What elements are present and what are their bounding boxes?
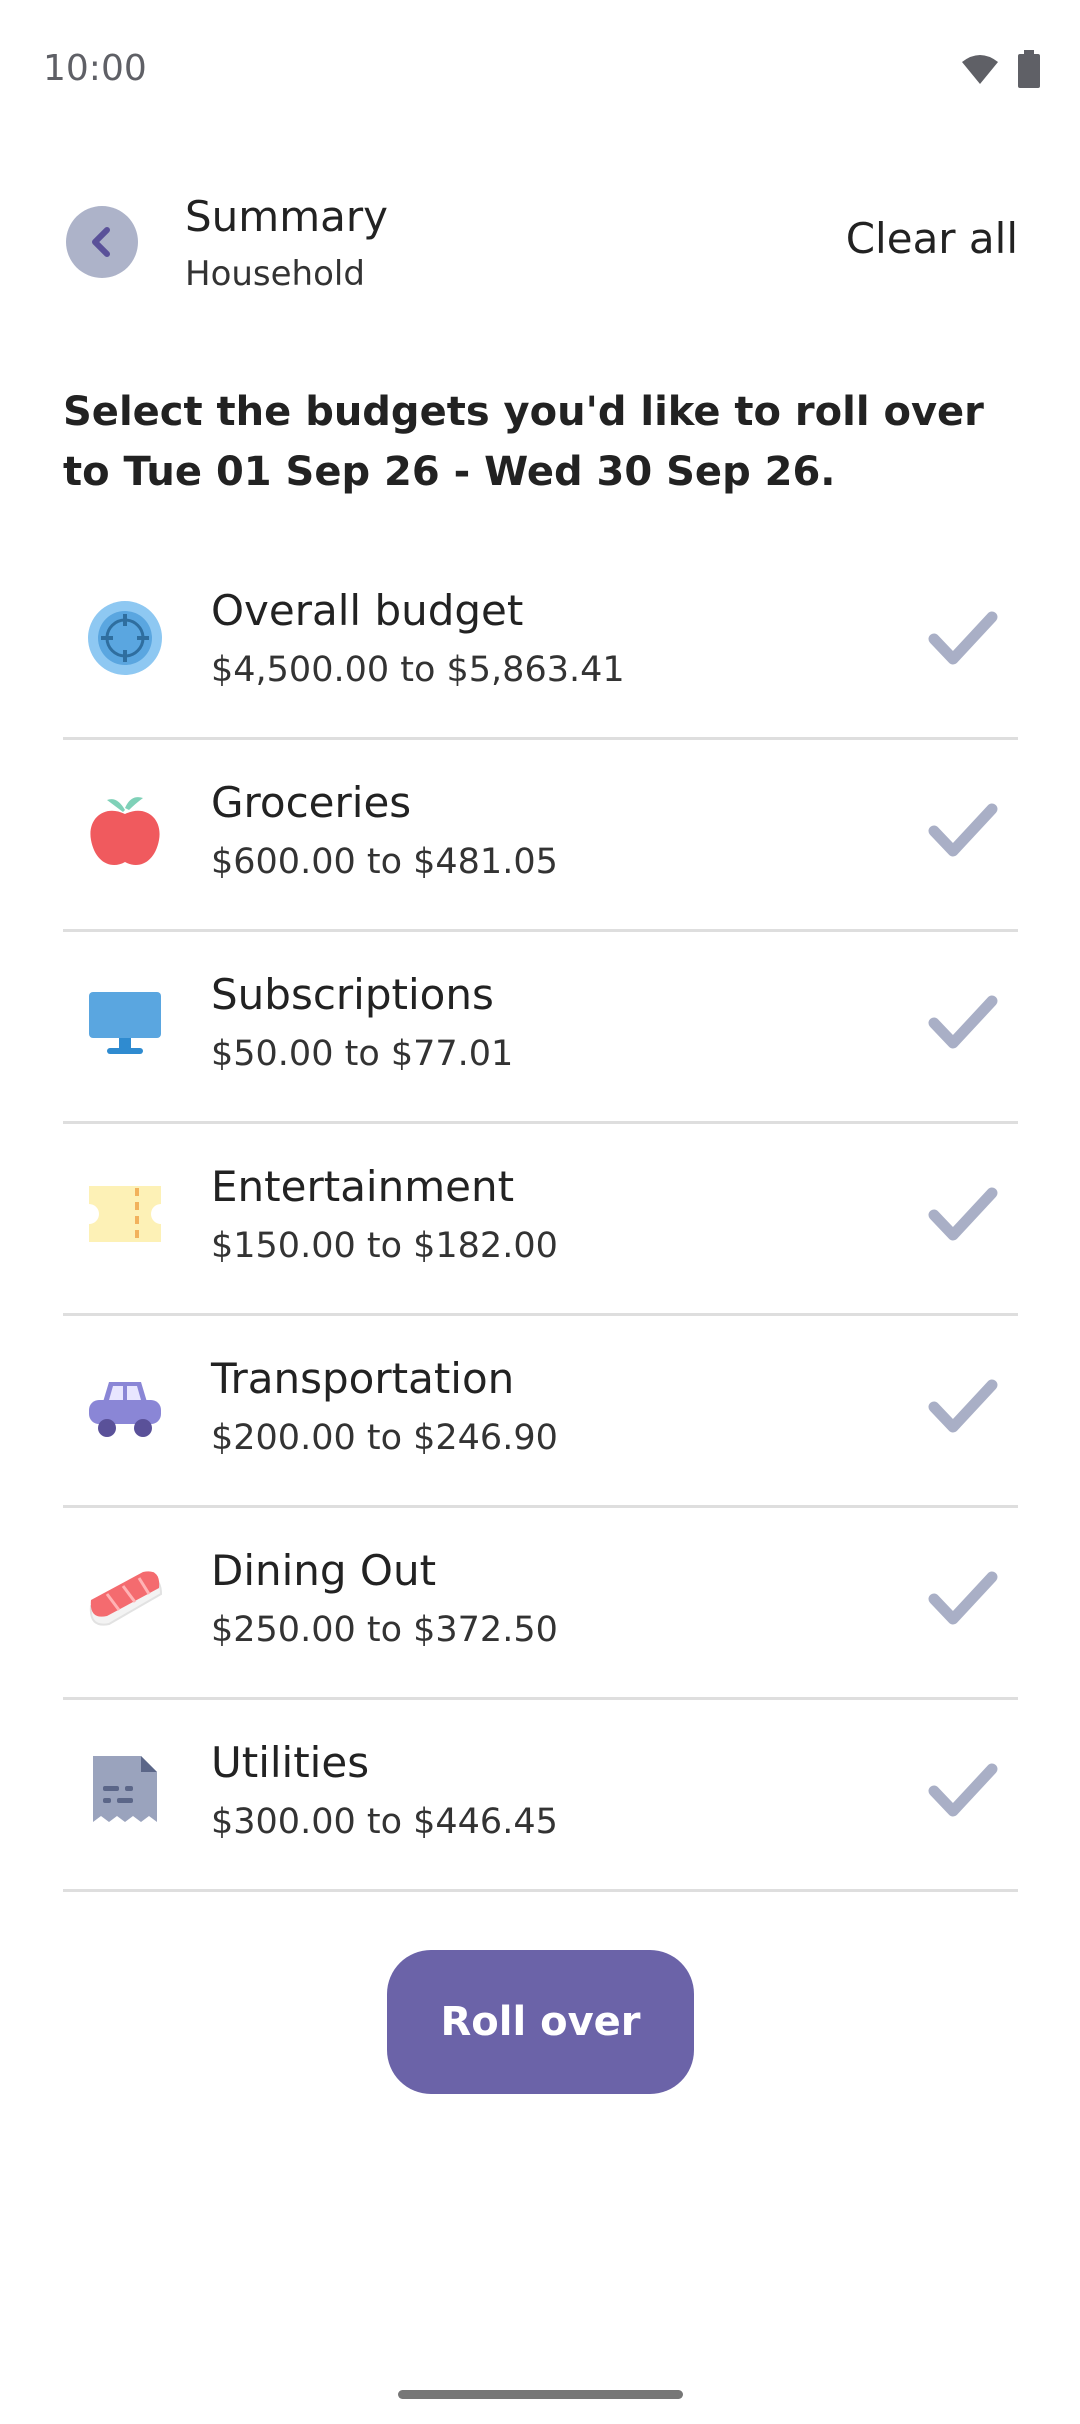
page-subtitle: Household [185,254,365,294]
budget-range: $250.00 to $372.50 [211,1610,558,1650]
budget-range: $50.00 to $77.01 [211,1034,514,1074]
budget-name: Utilities [211,1738,370,1787]
apple-icon [90,797,160,866]
budget-row[interactable]: Subscriptions $50.00 to $77.01 [63,932,1018,1124]
budget-range: $4,500.00 to $5,863.41 [211,650,625,690]
status-icons [960,50,1040,88]
check-icon[interactable] [928,987,998,1057]
status-time: 10:00 [43,48,147,89]
clear-all-button[interactable]: Clear all [846,214,1018,263]
budget-range: $600.00 to $481.05 [211,842,558,882]
wifi-icon [962,55,998,84]
budget-row[interactable]: Dining Out $250.00 to $372.50 [63,1508,1018,1700]
budget-range: $300.00 to $446.45 [211,1802,558,1842]
intro-text: Select the budgets you'd like to roll ov… [63,389,984,495]
budget-range: $200.00 to $246.90 [211,1418,558,1458]
status-bar: 10:00 [0,0,1080,140]
chevron-left-icon [92,227,110,257]
roll-over-button[interactable]: Roll over [387,1950,694,2094]
budget-row[interactable]: Utilities $300.00 to $446.45 [63,1700,1018,1892]
home-indicator[interactable] [398,2390,683,2399]
check-icon[interactable] [928,603,998,673]
check-icon[interactable] [928,795,998,865]
sushi-icon [89,1571,163,1626]
bill-icon [93,1756,157,1822]
target-icon [88,601,162,675]
check-icon[interactable] [928,1563,998,1633]
budget-name: Subscriptions [211,970,494,1019]
budget-row[interactable]: Overall budget $4,500.00 to $5,863.41 [63,548,1018,740]
check-icon[interactable] [928,1371,998,1441]
budget-row[interactable]: Transportation $200.00 to $246.90 [63,1316,1018,1508]
budget-range: $150.00 to $182.00 [211,1226,558,1266]
budget-name: Transportation [211,1354,515,1403]
budget-name: Entertainment [211,1162,515,1211]
budget-name: Groceries [211,778,412,827]
back-button[interactable] [66,206,138,278]
budget-row[interactable]: Groceries $600.00 to $481.05 [63,740,1018,932]
ticket-icon [89,1186,161,1242]
budget-list: Overall budget $4,500.00 to $5,863.41 Gr… [63,548,1018,1892]
car-icon [89,1382,161,1437]
budget-name: Overall budget [211,586,524,635]
check-icon[interactable] [928,1755,998,1825]
budget-row[interactable]: Entertainment $150.00 to $182.00 [63,1124,1018,1316]
header: Summary Household Clear all [0,180,1080,330]
page-title: Summary [185,192,388,241]
battery-icon [1018,50,1040,88]
check-icon[interactable] [928,1179,998,1249]
budget-name: Dining Out [211,1546,437,1595]
monitor-icon [89,992,161,1054]
